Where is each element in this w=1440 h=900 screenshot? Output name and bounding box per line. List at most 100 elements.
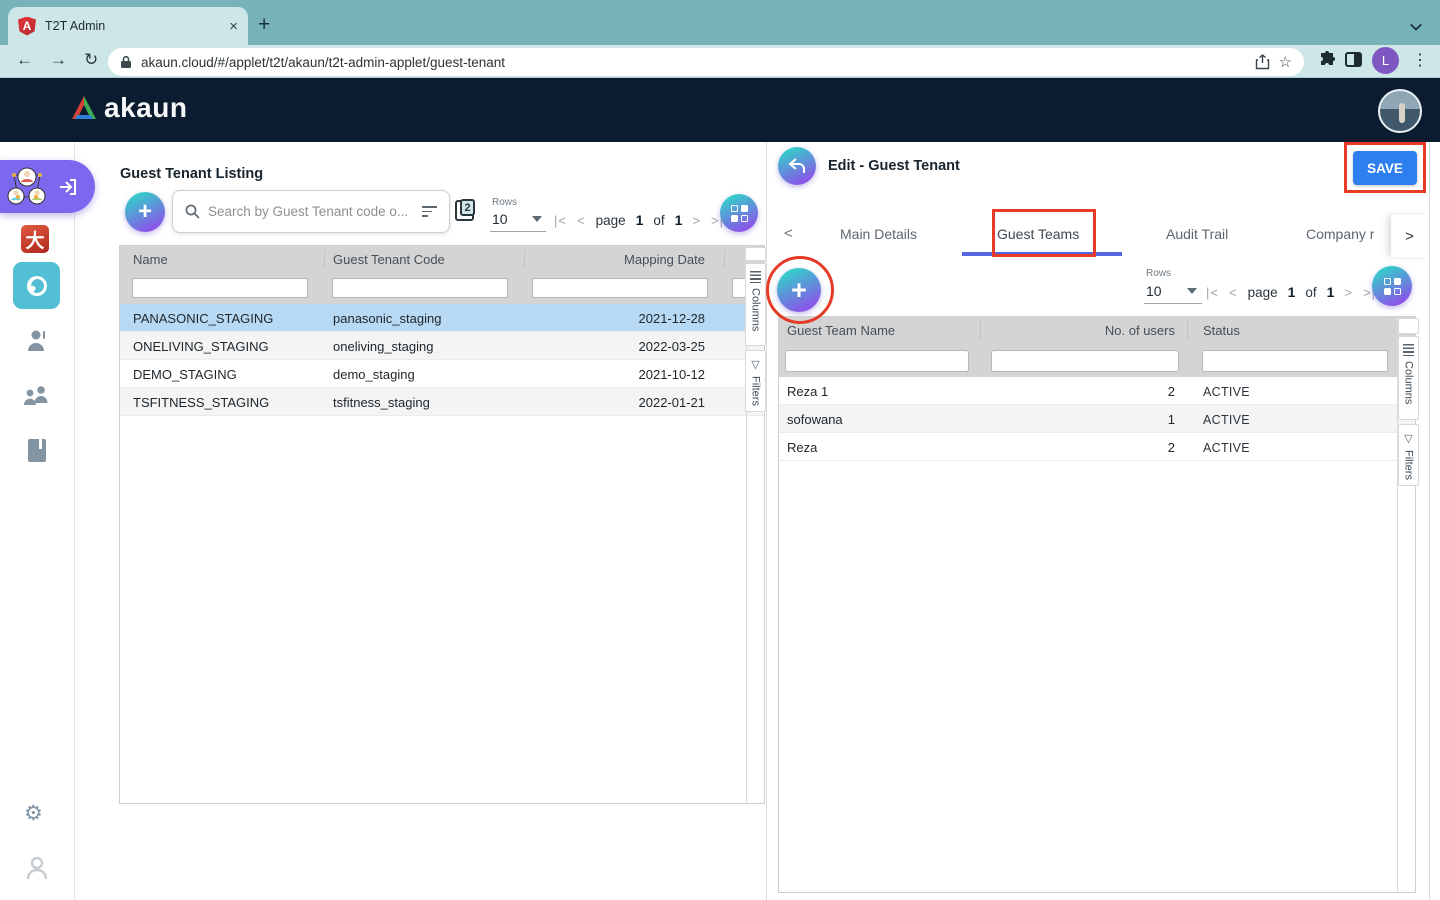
table-row[interactable]: Reza 2 ACTIVE — [779, 433, 1415, 461]
rows-dropdown-caret-icon[interactable] — [532, 216, 542, 222]
bookmark-star-icon[interactable]: ☆ — [1279, 53, 1292, 71]
cell-date: 2021-10-12 — [639, 367, 706, 382]
lock-icon — [120, 55, 132, 69]
filter-input-name[interactable] — [132, 278, 308, 298]
add-guest-tenant-button[interactable]: + — [125, 192, 165, 232]
rows-per-page-value[interactable]: 10 — [1146, 283, 1162, 299]
filter-input-code[interactable] — [332, 278, 508, 298]
new-tab-button[interactable]: + — [258, 13, 270, 37]
cell-team-name: Reza 1 — [787, 384, 828, 399]
filter-list-icon[interactable] — [422, 206, 437, 217]
cell-name: TSFITNESS_STAGING — [133, 395, 269, 410]
columns-label: Columns — [1403, 361, 1415, 404]
left-columns-toggle[interactable]: Columns — [745, 263, 766, 346]
browser-profile-badge[interactable]: L — [1372, 47, 1399, 74]
akaun-triangle-icon — [70, 95, 98, 121]
forward-icon[interactable]: → — [50, 50, 67, 70]
filter-input-status[interactable] — [1202, 350, 1388, 372]
tab-close-icon[interactable]: × — [229, 18, 238, 35]
side-panel-icon[interactable] — [1345, 52, 1362, 67]
prev-page-button[interactable]: < — [1229, 285, 1238, 300]
applet-sidebar — [0, 142, 75, 900]
filter-input-team-name[interactable] — [785, 350, 969, 372]
table-row[interactable]: ONELIVING_STAGING oneliving_staging 2022… — [120, 332, 764, 360]
guest-tenant-search[interactable] — [172, 190, 450, 233]
cell-team-name: sofowana — [787, 412, 843, 427]
cell-name: DEMO_STAGING — [133, 367, 237, 382]
rows-dropdown-caret-icon[interactable] — [1187, 288, 1197, 294]
url-bar[interactable]: akaun.cloud/#/applet/t2t/akaun/t2t-admin… — [108, 48, 1304, 76]
akaun-logo: akaun — [70, 92, 187, 124]
left-pagination: |< < page 1 of 1 > >| — [554, 212, 724, 228]
tabs-scroll-right-icon: > — [1405, 228, 1414, 245]
filters-label: Filters — [750, 376, 762, 406]
left-strip-spacer — [745, 247, 766, 261]
right-filters-toggle[interactable]: ▽ Filters — [1398, 424, 1419, 486]
of-word: of — [653, 213, 664, 228]
reload-icon[interactable]: ↻ — [84, 50, 98, 70]
cell-code: demo_staging — [333, 367, 415, 382]
filters-label: Filters — [1403, 450, 1415, 480]
cell-users: 1 — [1168, 412, 1175, 427]
next-page-button[interactable]: > — [692, 213, 701, 228]
sidebar-item-users-icon[interactable] — [21, 384, 51, 408]
next-page-button[interactable]: > — [1344, 285, 1353, 300]
extensions-puzzle-icon[interactable] — [1318, 51, 1336, 69]
sidebar-item-cn-applet[interactable]: 大 — [21, 225, 49, 253]
table-row[interactable]: DEMO_STAGING demo_staging 2021-10-12 — [120, 360, 764, 388]
browser-menu-icon[interactable]: ⋮ — [1412, 50, 1428, 70]
back-icon[interactable]: ← — [16, 50, 33, 70]
back-to-listing-button[interactable] — [778, 147, 816, 185]
tab-main-details[interactable]: Main Details — [840, 226, 917, 242]
settings-gear-icon[interactable]: ⚙ — [24, 801, 43, 826]
right-strip-spacer — [1398, 318, 1419, 334]
rows-label: Rows — [1146, 268, 1171, 279]
prev-page-button[interactable]: < — [577, 213, 586, 228]
brand-text: akaun — [104, 92, 187, 124]
cell-code: oneliving_staging — [333, 339, 433, 354]
tab-company[interactable]: Company r — [1306, 226, 1391, 242]
user-avatar-photo[interactable] — [1378, 89, 1422, 133]
table-row[interactable]: PANASONIC_STAGING panasonic_staging 2021… — [120, 304, 764, 332]
url-text: akaun.cloud/#/applet/t2t/akaun/t2t-admin… — [141, 55, 1246, 70]
sidebar-item-user-icon[interactable] — [24, 329, 50, 353]
tabs-scroll-left-icon[interactable]: < — [784, 225, 793, 242]
table-row[interactable]: Reza 1 2 ACTIVE — [779, 377, 1415, 405]
right-columns-toggle[interactable]: Columns — [1398, 336, 1419, 420]
profile-outline-icon[interactable] — [26, 856, 48, 880]
first-page-button[interactable]: |< — [554, 213, 567, 228]
rows-per-page-value[interactable]: 10 — [492, 211, 508, 227]
columns-icon — [1403, 344, 1414, 356]
filter-input-date[interactable] — [532, 278, 708, 298]
right-apps-grid-button[interactable] — [1372, 266, 1412, 306]
search-input[interactable] — [208, 204, 414, 219]
table-header-row: Guest Team Name No. of users Status — [779, 317, 1415, 343]
annotation-add-button-circle — [766, 256, 834, 324]
page-word: page — [596, 213, 626, 228]
cell-name: ONELIVING_STAGING — [133, 339, 269, 354]
enter-applet-icon — [58, 177, 78, 197]
table-row[interactable]: sofowana 1 ACTIVE — [779, 405, 1415, 433]
filter-input-users[interactable] — [991, 350, 1179, 372]
first-page-button[interactable]: |< — [1206, 285, 1219, 300]
annotation-guest-teams-rectangle — [992, 209, 1096, 257]
sidebar-item-journal-icon[interactable] — [27, 438, 47, 463]
col-header-mapping-date: Mapping Date — [624, 252, 705, 267]
tabs-scroll-right[interactable]: > — [1391, 215, 1428, 257]
filters-funnel-icon: ▽ — [751, 358, 759, 371]
table-row[interactable]: TSFITNESS_STAGING tsfitness_staging 2022… — [120, 388, 764, 416]
tab-search-chevron-icon[interactable] — [1410, 18, 1422, 30]
left-apps-grid-button[interactable] — [720, 194, 758, 232]
sidebar-item-t2t-active[interactable] — [0, 160, 95, 213]
sidebar-item-mask-applet[interactable] — [13, 262, 60, 309]
tab-audit-trail[interactable]: Audit Trail — [1166, 226, 1228, 242]
rows-underline — [1144, 303, 1202, 304]
t2t-network-people-icon — [4, 165, 50, 209]
table-filter-row — [779, 343, 1415, 377]
share-icon[interactable] — [1255, 54, 1270, 70]
browser-tab[interactable]: A T2T Admin × — [8, 7, 248, 45]
page-number: 1 — [636, 212, 644, 228]
left-filters-toggle[interactable]: ▽ Filters — [745, 350, 766, 412]
pages-count-icon[interactable]: 2 — [455, 199, 475, 221]
right-panel-title: Edit - Guest Tenant — [828, 158, 960, 174]
